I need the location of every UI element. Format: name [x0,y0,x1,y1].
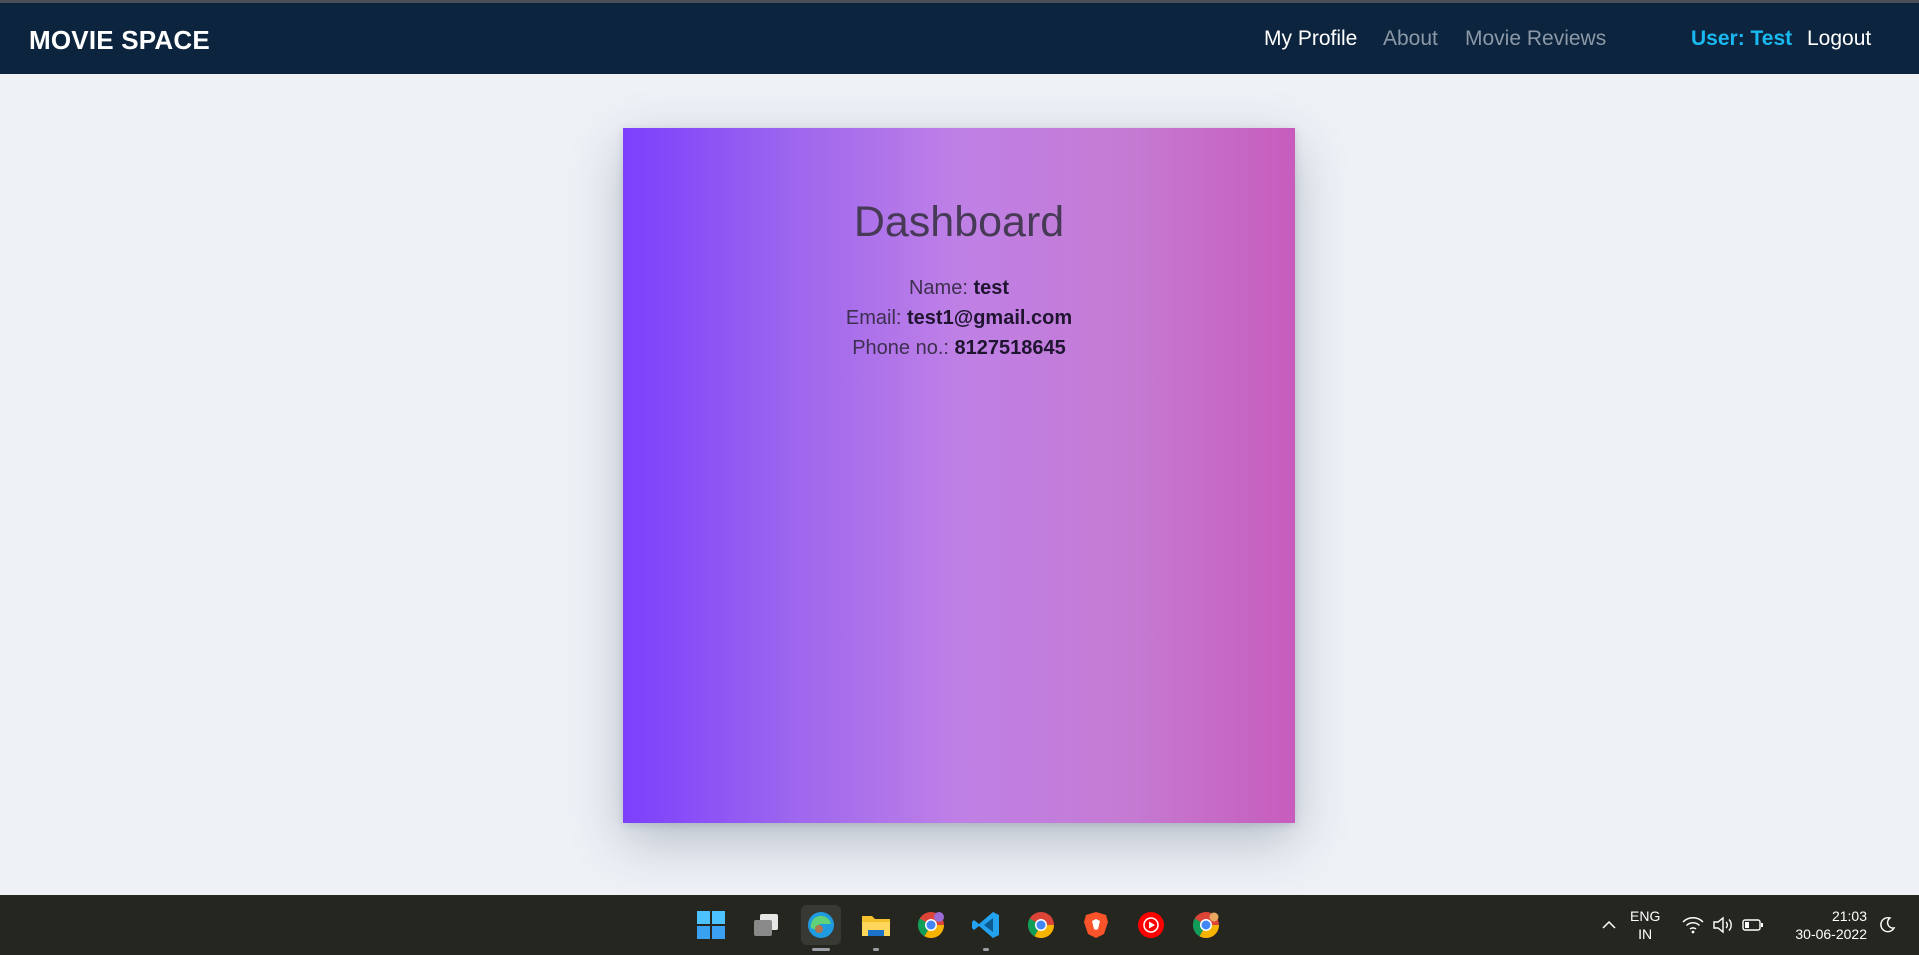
vscode-icon[interactable] [966,905,1006,951]
dashboard-title: Dashboard [853,198,1065,246]
clock[interactable]: 21:03 30-06-2022 [1795,907,1867,943]
email-row: Email: test1@gmail.com [623,303,1295,333]
chrome-icon[interactable] [1021,905,1061,945]
nav-movie-reviews[interactable]: Movie Reviews [1465,27,1606,51]
clock-time: 21:03 [1831,908,1867,924]
vscode-running-indicator [983,948,989,951]
edge-icon[interactable] [801,905,841,951]
moon-icon[interactable] [1872,905,1902,945]
nav-user-label[interactable]: User: Test [1691,27,1792,51]
chrome-profile-icon[interactable] [911,905,951,945]
name-row: Name: test [623,273,1295,303]
phone-row: Phone no.: 8127518645 [623,333,1295,363]
chrome-alt-icon[interactable] [1186,905,1226,945]
brave-icon[interactable] [1076,905,1116,945]
show-hidden-icons-chevron-icon[interactable] [1588,905,1630,945]
email-label: Email: [845,307,907,329]
language-indicator[interactable]: ENG IN [1630,907,1660,943]
volume-icon[interactable] [1708,905,1738,945]
file-explorer-icon[interactable] [856,905,896,951]
phone-value: 8127518645 [954,337,1066,359]
language-region: IN [1638,926,1653,942]
nav-logout[interactable]: Logout [1807,27,1871,51]
email-value: test1@gmail.com [907,307,1073,329]
profile-info: Name: test Email: test1@gmail.com Phone … [623,273,1295,363]
youtube-music-icon[interactable] [1131,905,1171,945]
name-label: Name: [908,277,974,299]
nav-about[interactable]: About [1383,27,1438,51]
language-code: ENG [1630,908,1661,924]
clock-date: 30-06-2022 [1795,926,1867,942]
taskbar: ENG IN 21:03 30-06-2022 [0,895,1919,955]
name-value: test [973,277,1010,299]
wifi-icon[interactable] [1678,905,1708,945]
phone-label: Phone no.: [852,337,955,359]
dashboard-card: Dashboard Name: test Email: test1@gmail.… [623,128,1295,823]
nav-my-profile[interactable]: My Profile [1264,27,1357,51]
brand-logo[interactable]: MOVIE SPACE [29,25,210,56]
task-view-icon[interactable] [746,905,786,945]
edge-active-indicator [812,948,830,951]
battery-icon[interactable] [1738,905,1768,945]
explorer-running-indicator [873,948,879,951]
top-navbar: MOVIE SPACE My Profile About Movie Revie… [0,3,1919,74]
windows-start-icon[interactable] [691,905,731,945]
